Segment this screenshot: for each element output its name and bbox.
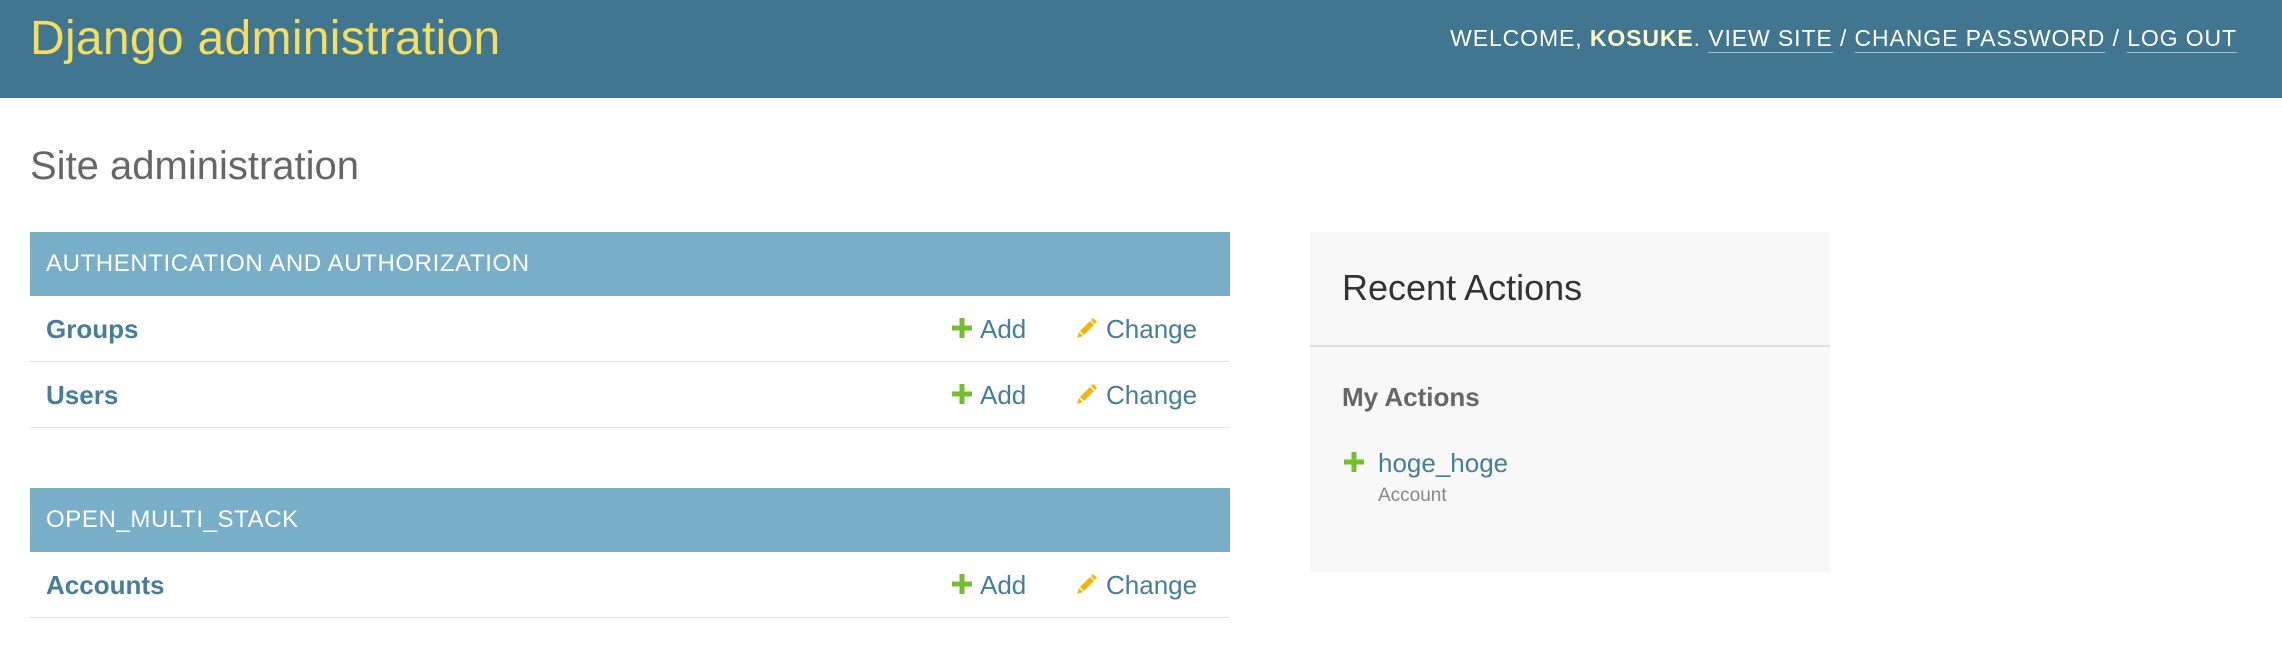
pencil-icon bbox=[1077, 384, 1097, 405]
site-branding[interactable]: Django administration bbox=[30, 10, 501, 68]
plus-icon bbox=[952, 574, 972, 595]
pencil-icon bbox=[1077, 574, 1097, 595]
change-password-link[interactable]: CHANGE PASSWORD bbox=[1854, 25, 2106, 53]
add-label: Add bbox=[980, 380, 1027, 410]
separator: / bbox=[1832, 25, 1855, 51]
recent-action-type: Account bbox=[1378, 485, 1447, 506]
app-module-auth: AUTHENTICATION AND AUTHORIZATION Groups … bbox=[30, 232, 1230, 428]
model-link-users[interactable]: Users bbox=[46, 362, 118, 428]
recent-actions-panel: Recent Actions My Actions hoge_hoge Acco… bbox=[1310, 232, 1830, 572]
change-label: Change bbox=[1106, 380, 1198, 410]
model-row-groups: Groups Add Change bbox=[30, 296, 1230, 362]
model-row-users: Users Add Change bbox=[30, 362, 1230, 428]
separator: / bbox=[2105, 25, 2128, 51]
change-label: Change bbox=[1106, 570, 1198, 600]
add-label: Add bbox=[980, 314, 1027, 344]
recent-actions-title: Recent Actions bbox=[1342, 267, 1583, 308]
model-row-accounts: Accounts Add Change bbox=[30, 552, 1230, 618]
change-link-users[interactable]: Change bbox=[1076, 362, 1197, 428]
add-link-groups[interactable]: Add bbox=[952, 296, 1026, 362]
change-label: Change bbox=[1106, 314, 1198, 344]
recent-action-link[interactable]: hoge_hoge bbox=[1378, 446, 1508, 480]
plus-icon bbox=[952, 384, 972, 405]
welcome-text: WELCOME, bbox=[1450, 25, 1590, 51]
pencil-icon bbox=[1077, 318, 1097, 339]
plus-icon bbox=[952, 318, 972, 339]
app-caption-open-multi-stack[interactable]: OPEN_MULTI_STACK bbox=[30, 488, 1230, 552]
user-tools: WELCOME, KOSUKE. VIEW SITE / CHANGE PASS… bbox=[1450, 23, 2237, 53]
change-link-groups[interactable]: Change bbox=[1076, 296, 1197, 362]
page-title: Site administration bbox=[30, 144, 360, 188]
add-link-users[interactable]: Add bbox=[952, 362, 1026, 428]
change-link-accounts[interactable]: Change bbox=[1076, 552, 1197, 618]
view-site-link[interactable]: VIEW SITE bbox=[1708, 25, 1833, 53]
my-actions-title: My Actions bbox=[1342, 382, 1480, 412]
log-out-link[interactable]: LOG OUT bbox=[2127, 25, 2237, 53]
model-link-accounts[interactable]: Accounts bbox=[46, 552, 164, 618]
add-label: Add bbox=[980, 570, 1027, 600]
divider bbox=[1310, 345, 1830, 347]
add-link-accounts[interactable]: Add bbox=[952, 552, 1026, 618]
app-caption-auth[interactable]: AUTHENTICATION AND AUTHORIZATION bbox=[30, 232, 1230, 296]
username: KOSUKE bbox=[1589, 25, 1694, 51]
header: Django administration WELCOME, KOSUKE. V… bbox=[0, 0, 2282, 98]
app-module-open-multi-stack: OPEN_MULTI_STACK Accounts Add Change bbox=[30, 488, 1230, 618]
plus-icon bbox=[1344, 452, 1364, 472]
model-link-groups[interactable]: Groups bbox=[46, 296, 138, 362]
welcome-period: . bbox=[1693, 25, 1709, 51]
